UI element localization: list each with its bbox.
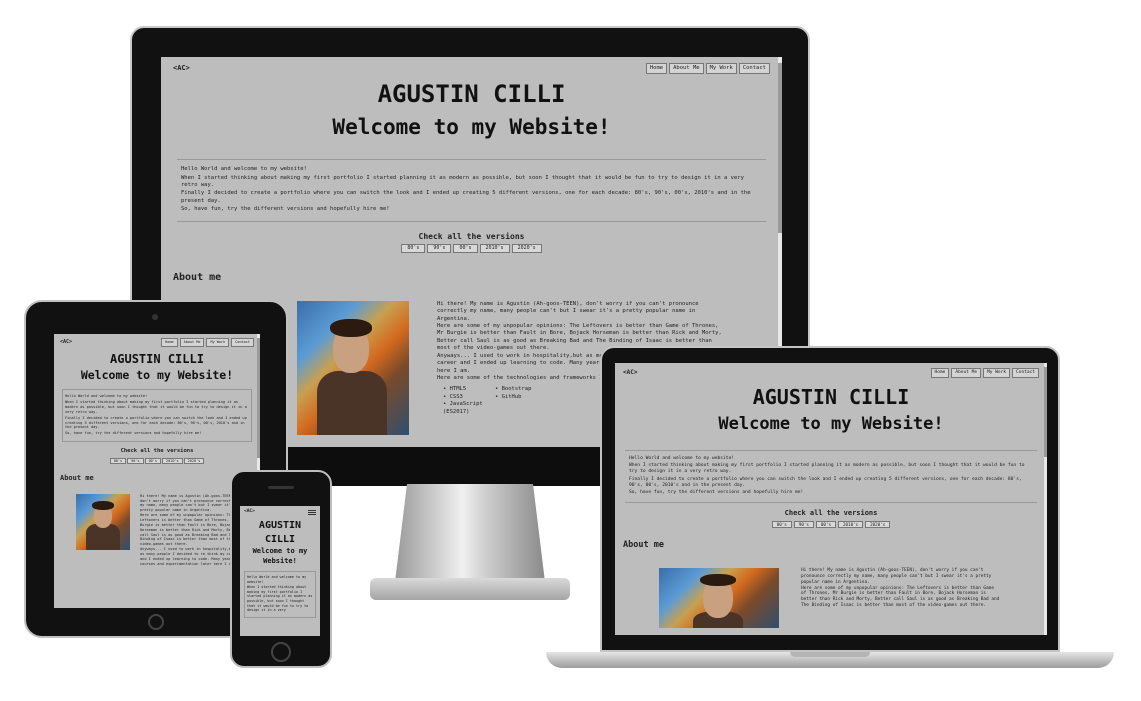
about-title: About me <box>623 540 664 551</box>
nav-contact[interactable]: Contact <box>1012 368 1039 379</box>
version-00s-button[interactable]: 00's <box>815 520 836 529</box>
phone-home-button[interactable] <box>271 642 291 662</box>
intro-section: Hello World and welcome to my website! W… <box>244 570 316 618</box>
site-title-name: AGUSTIN CILLI <box>752 385 910 410</box>
about-text: Here are some of my unpopular opinions: … <box>801 585 1000 609</box>
intro-line: When I started thinking about making my … <box>629 463 1025 475</box>
site-nav: Home About Me My Work Contact <box>930 368 1039 379</box>
skill-item: • HTML5 <box>443 386 467 393</box>
menu-icon[interactable] <box>308 509 316 515</box>
intro-line: So, have fun, try the different versions… <box>629 489 804 495</box>
intro-line: So, have fun, try the different versions… <box>65 431 202 436</box>
tablet-camera-icon <box>152 314 158 320</box>
intro-line: Hello World and welcome to my website! <box>65 394 148 399</box>
site-logo[interactable]: <AC> <box>173 64 190 73</box>
nav-work[interactable]: My Work <box>983 368 1011 379</box>
check-versions-title: Check all the versions <box>784 509 878 518</box>
about-text: Hi there! My name is Agustin (Ah-goos-TE… <box>140 493 238 513</box>
about-text: Here are some of my unpopular opinions: … <box>140 513 240 547</box>
intro-line: Hello World and welcome to my website! <box>181 166 307 173</box>
intro-section: Hello World and welcome to my website! W… <box>625 450 1037 504</box>
laptop-notch <box>790 652 870 657</box>
profile-photo <box>76 493 130 550</box>
skill-item: (ES2017) <box>443 408 470 415</box>
skill-item: • Bootstrap <box>495 386 532 393</box>
version-80s-button[interactable]: 80's <box>771 520 792 529</box>
site-nav: Home About Me My Work Contact <box>645 63 770 75</box>
intro-line: When I started thinking about making my … <box>65 400 247 414</box>
nav-about[interactable]: About Me <box>951 368 982 379</box>
nav-about[interactable]: About Me <box>669 63 704 75</box>
version-2010s-button[interactable]: 2010's <box>838 520 864 529</box>
about-title: About me <box>173 272 222 284</box>
intro-section: Hello World and welcome to my website! W… <box>177 159 766 222</box>
intro-line: When I started thinking about making my … <box>181 174 744 188</box>
intro-line: When I started thinking about making my … <box>247 585 313 613</box>
site-title-welcome: Welcome to my Website! <box>80 367 234 382</box>
about-title: About me <box>60 474 94 483</box>
site-title-name: AGUSTIN CILLI <box>377 80 566 109</box>
nav-work[interactable]: My Work <box>705 63 737 75</box>
intro-section: Hello World and welcome to my website! W… <box>62 389 252 443</box>
intro-line: Hello World and welcome to my website! <box>247 574 307 584</box>
site-title-name-line1: AGUSTIN <box>258 520 302 532</box>
check-versions-title: Check all the versions <box>418 231 525 241</box>
nav-contact[interactable]: Contact <box>231 338 254 347</box>
about-text: Anyways... I used to work in hospitality… <box>140 547 240 566</box>
site-title-name: AGUSTIN CILLI <box>110 351 204 366</box>
version-2020s-button[interactable]: 2020's <box>865 520 891 529</box>
site-logo[interactable]: <AC> <box>60 339 72 346</box>
site-title-welcome: Welcome to my Website! <box>718 414 944 435</box>
profile-photo <box>297 300 409 435</box>
site-nav: Home About Me My Work Contact <box>161 338 254 347</box>
version-2010s-button[interactable]: 2010's <box>479 244 510 254</box>
version-90s-button[interactable]: 90's <box>127 457 144 465</box>
version-00s-button[interactable]: 00's <box>453 244 478 254</box>
version-00s-button[interactable]: 00's <box>144 457 161 465</box>
monitor-stand <box>395 484 545 582</box>
version-2010s-button[interactable]: 2010's <box>162 457 183 465</box>
version-2020s-button[interactable]: 2020's <box>183 457 205 465</box>
intro-line: Hello World and welcome to my website! <box>629 456 735 461</box>
nav-work[interactable]: My Work <box>206 338 230 347</box>
version-90s-button[interactable]: 90's <box>427 244 452 254</box>
about-text: Hi there! My name is Agustin (Ah-goos-TE… <box>801 567 992 585</box>
phone-speaker <box>268 486 294 489</box>
site-logo[interactable]: <AC> <box>244 509 255 515</box>
version-2020s-button[interactable]: 2020's <box>511 244 542 254</box>
site-logo[interactable]: <AC> <box>623 369 637 377</box>
phone-screen: <AC> AGUSTIN CILLI Welcome to my Website… <box>240 506 320 636</box>
version-80s-button[interactable]: 80's <box>401 244 426 254</box>
check-versions-title: Check all the versions <box>120 448 194 455</box>
site-title-name-line2: CILLI <box>264 533 296 545</box>
profile-photo <box>659 567 779 628</box>
nav-home[interactable]: Home <box>930 368 950 379</box>
nav-about[interactable]: About Me <box>179 338 205 347</box>
versions-bar: 80's 90's 00's 2010's 2020's <box>60 457 254 465</box>
laptop-screen: <AC> Home About Me My Work Contact AGUST… <box>615 363 1047 635</box>
intro-line: Finally I decided to create a portfolio … <box>181 190 751 204</box>
site-title-welcome-line2: Website! <box>263 556 297 565</box>
nav-home[interactable]: Home <box>645 63 668 75</box>
skill-item: • GitHub <box>495 393 522 400</box>
versions-bar: 80's 90's 00's 2010's 2020's <box>623 520 1039 529</box>
laptop-scrollbar[interactable] <box>1044 363 1047 635</box>
version-90s-button[interactable]: 90's <box>793 520 814 529</box>
tablet-home-button[interactable] <box>148 614 164 630</box>
monitor-base <box>370 578 570 600</box>
version-80s-button[interactable]: 80's <box>109 457 127 465</box>
skill-item: • CSS3 <box>443 393 463 400</box>
nav-home[interactable]: Home <box>161 338 178 347</box>
versions-bar: 80's 90's 00's 2010's 2020's <box>173 244 770 254</box>
site-title-welcome-line1: Welcome to my <box>252 547 308 556</box>
nav-contact[interactable]: Contact <box>738 63 770 75</box>
intro-line: Finally I decided to create a portfolio … <box>629 476 1022 488</box>
site-title-welcome: Welcome to my Website! <box>332 114 611 139</box>
intro-line: Finally I decided to create a portfolio … <box>65 415 247 430</box>
intro-line: So, have fun, try the different versions… <box>181 206 390 213</box>
skill-item: • JavaScript <box>443 401 483 408</box>
about-text: Hi there! My name is Agustin (Ah-goos-TE… <box>437 300 699 322</box>
